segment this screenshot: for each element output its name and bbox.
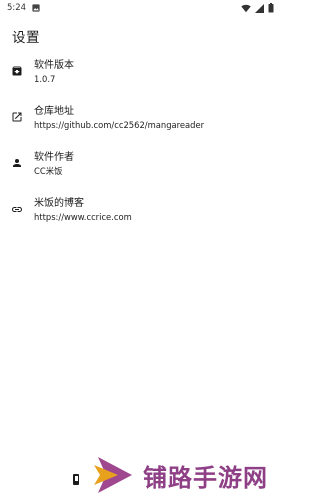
settings-row-author[interactable]: 软件作者 CC米饭: [0, 145, 281, 191]
watermark-text: 铺路手游网: [143, 464, 268, 492]
status-time: 5:24: [7, 3, 27, 13]
person-icon: [11, 157, 23, 169]
settings-list: 软件版本 1.0.7 仓库地址 https://github.com/cc256…: [0, 53, 281, 237]
settings-row-blog[interactable]: 米饭的博客 https://www.ccrice.com: [0, 191, 281, 237]
image-icon: [32, 4, 40, 12]
row-title: 软件版本: [34, 60, 74, 71]
row-subtitle: 1.0.7: [34, 74, 56, 84]
open-in-new-icon: [11, 111, 23, 123]
row-text: 仓库地址 https://github.com/cc2562/mangaread…: [34, 105, 204, 131]
row-text: 软件作者 CC米饭: [34, 151, 74, 177]
row-title: 仓库地址: [34, 106, 74, 117]
page-title: 设置: [12, 30, 40, 46]
archive-icon: [11, 65, 23, 77]
row-subtitle: CC米饭: [34, 166, 63, 176]
row-title: 米饭的博客: [34, 198, 84, 209]
cell-signal-icon: [255, 3, 264, 13]
status-left: 5:24: [7, 3, 40, 13]
row-subtitle: https://github.com/cc2562/mangareader: [34, 120, 205, 130]
row-subtitle: https://www.ccrice.com: [34, 212, 132, 222]
settings-row-version[interactable]: 软件版本 1.0.7: [0, 53, 281, 99]
watermark-logo-icon: [94, 457, 132, 493]
wifi-icon: [241, 4, 251, 12]
row-text: 软件版本 1.0.7: [34, 59, 74, 85]
battery-icon: [268, 3, 274, 13]
link-icon: [11, 203, 23, 215]
status-right: [241, 3, 274, 13]
phone-icon: [73, 474, 79, 485]
row-text: 米饭的博客 https://www.ccrice.com: [34, 197, 132, 223]
row-title: 软件作者: [34, 152, 74, 163]
settings-row-repository[interactable]: 仓库地址 https://github.com/cc2562/mangaread…: [0, 99, 281, 145]
status-bar: 5:24: [0, 0, 281, 16]
